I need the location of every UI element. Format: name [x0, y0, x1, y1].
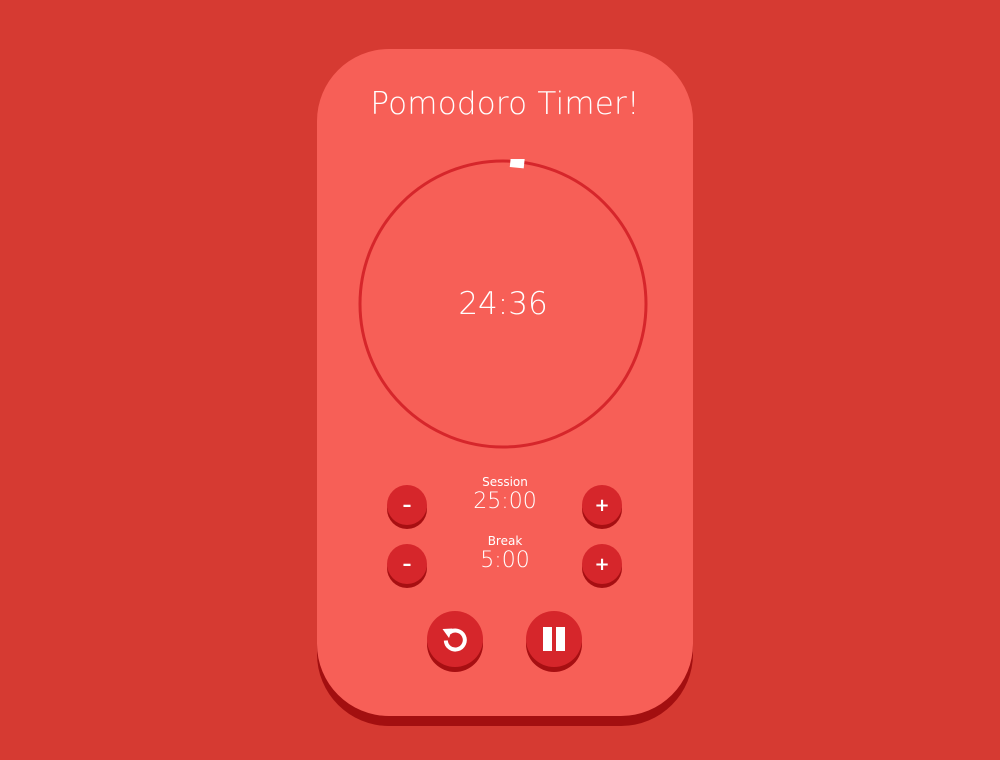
session-increment-button[interactable]: +: [582, 485, 622, 525]
reset-icon: [442, 628, 467, 652]
break-increment-button[interactable]: +: [582, 544, 622, 584]
app-title: Pomodoro Timer!: [370, 86, 640, 122]
pause-icon: [543, 627, 565, 651]
break-label: Break: [487, 534, 523, 548]
minus-icon: –: [402, 494, 412, 516]
plus-icon: +: [594, 553, 610, 575]
session-decrement-button[interactable]: –: [387, 485, 427, 525]
session-value: 25:00: [473, 489, 537, 514]
app-stage: Pomodoro Timer! 24:36 – Session 25:00 + …: [0, 0, 1000, 760]
break-decrement-button[interactable]: –: [387, 544, 427, 584]
plus-icon: +: [594, 494, 610, 516]
timer-card: Pomodoro Timer! 24:36 – Session 25:00 + …: [317, 49, 693, 716]
progress-marker: [509, 159, 525, 169]
minus-icon: –: [402, 553, 412, 575]
pause-button[interactable]: [526, 611, 582, 667]
break-value: 5:00: [480, 548, 530, 573]
session-label: Session: [482, 475, 528, 489]
timer-display: 24:36: [458, 286, 548, 322]
reset-button[interactable]: [427, 611, 483, 667]
